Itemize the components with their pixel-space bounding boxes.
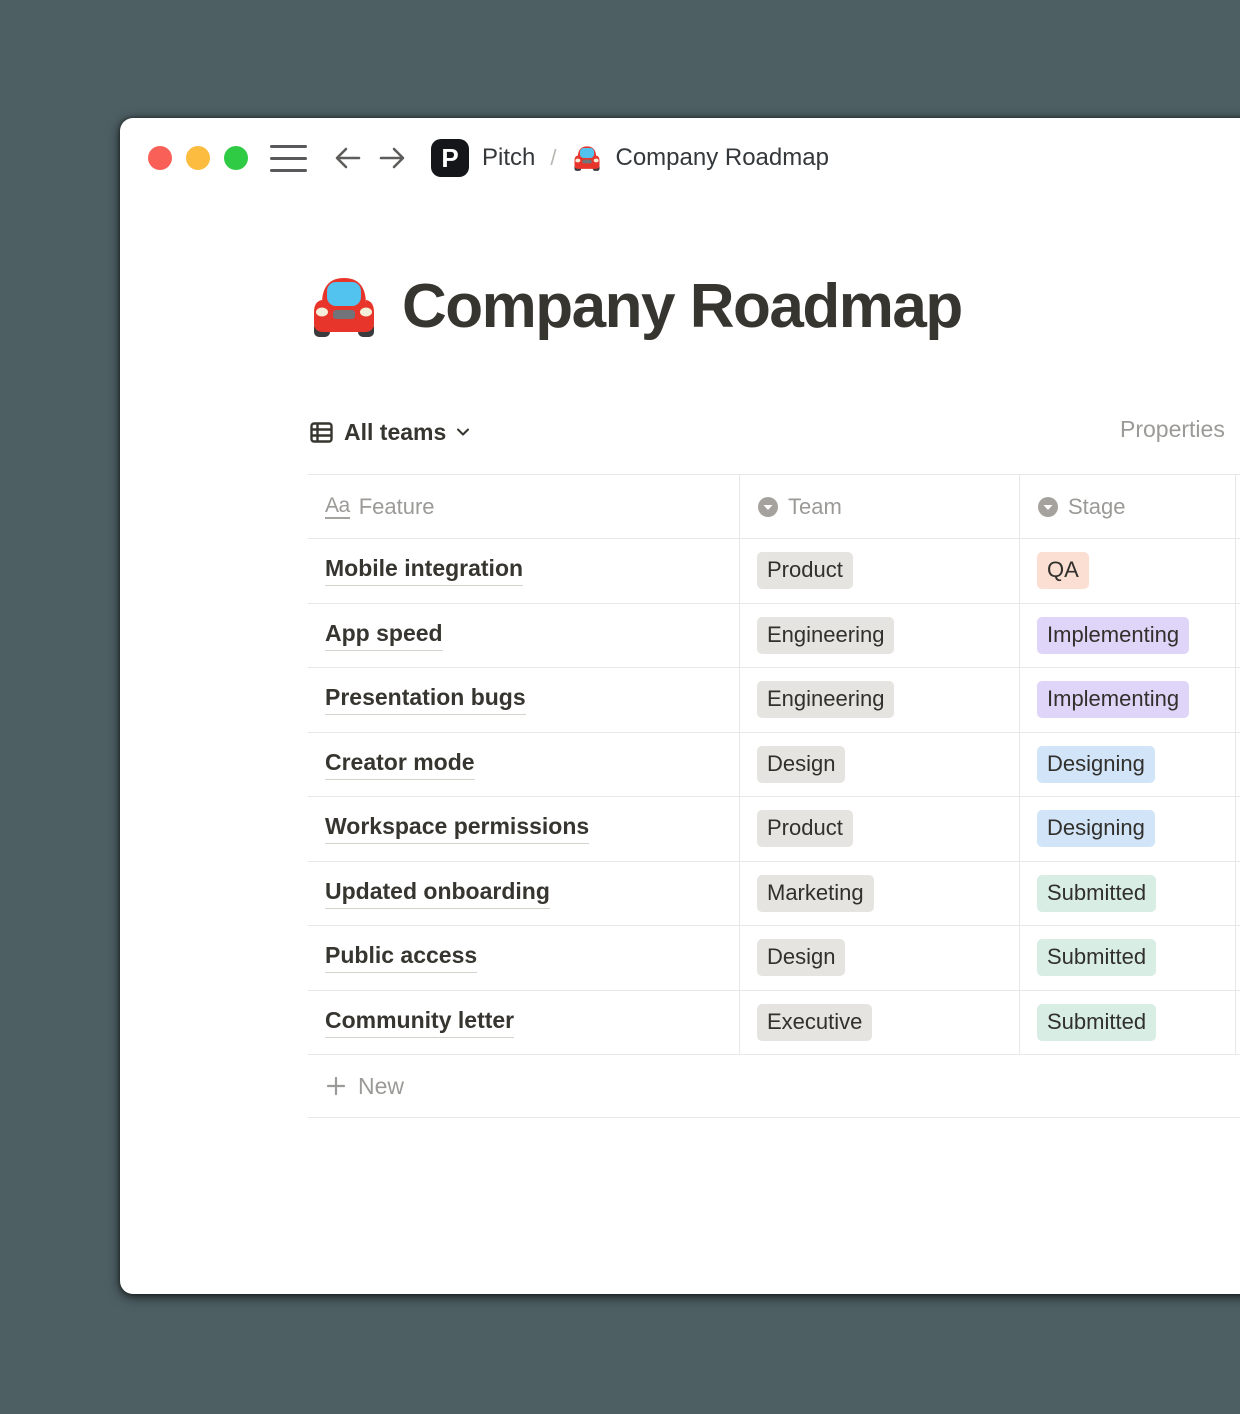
column-header-trailing: [1236, 474, 1240, 538]
team-badge: Engineering: [757, 617, 894, 654]
team-badge: Product: [757, 810, 853, 847]
breadcrumb-app-name[interactable]: Pitch: [482, 144, 535, 172]
stage-badge: Designing: [1037, 810, 1155, 847]
feature-title: Presentation bugs: [325, 684, 526, 715]
table-cell-team[interactable]: Marketing: [740, 861, 1020, 926]
table-row-feature[interactable]: Mobile integration: [308, 538, 740, 603]
feature-title: Mobile integration: [325, 555, 523, 586]
window-zoom-button[interactable]: [224, 146, 248, 170]
table-cell-empty: [1236, 990, 1240, 1055]
team-badge: Design: [757, 746, 845, 783]
stage-badge: Designing: [1037, 746, 1155, 783]
stage-badge: QA: [1037, 552, 1089, 589]
roadmap-table: Aa Feature Team Stage Mobile integ: [308, 474, 1240, 1118]
column-label: Team: [788, 494, 842, 520]
table-row-feature[interactable]: App speed: [308, 603, 740, 668]
column-label: Feature: [359, 494, 435, 520]
column-label: Stage: [1068, 494, 1126, 520]
table-cell-stage[interactable]: Implementing: [1020, 603, 1236, 668]
select-property-icon: [1037, 496, 1059, 518]
table-cell-team[interactable]: Engineering: [740, 603, 1020, 668]
table-cell-team[interactable]: Engineering: [740, 667, 1020, 732]
feature-title: Creator mode: [325, 749, 475, 780]
stage-badge: Submitted: [1037, 875, 1156, 912]
titlebar: P Pitch / Company Roadmap: [148, 140, 829, 176]
back-arrow-icon[interactable]: [331, 141, 365, 175]
table-cell-empty: [1236, 603, 1240, 668]
table-cell-stage[interactable]: Designing: [1020, 732, 1236, 797]
table-cell-stage[interactable]: Submitted: [1020, 925, 1236, 990]
feature-title: Public access: [325, 942, 477, 973]
table-cell-stage[interactable]: Submitted: [1020, 861, 1236, 926]
view-toolbar: All teams Properties: [308, 412, 1240, 452]
page-title-text: Company Roadmap: [402, 271, 962, 342]
table-cell-stage[interactable]: Implementing: [1020, 667, 1236, 732]
stage-badge: Implementing: [1037, 617, 1189, 654]
table-row-feature[interactable]: Public access: [308, 925, 740, 990]
text-property-icon: Aa: [325, 495, 350, 519]
team-badge: Product: [757, 552, 853, 589]
column-header-team[interactable]: Team: [740, 474, 1020, 538]
window-close-button[interactable]: [148, 146, 172, 170]
table-cell-team[interactable]: Executive: [740, 990, 1020, 1055]
table-cell-stage[interactable]: Submitted: [1020, 990, 1236, 1055]
table-cell-empty: [1236, 861, 1240, 926]
table-cell-empty: [1236, 925, 1240, 990]
table-row-feature[interactable]: Workspace permissions: [308, 796, 740, 861]
table-view-icon: [308, 419, 335, 446]
menu-icon[interactable]: [270, 145, 307, 172]
select-property-icon: [757, 496, 779, 518]
feature-title: Community letter: [325, 1007, 514, 1038]
stage-badge: Submitted: [1037, 1004, 1156, 1041]
breadcrumb-page-title[interactable]: Company Roadmap: [615, 144, 828, 172]
desktop-background: { "titlebar": { "app_logo_letter": "P", …: [0, 0, 1240, 1414]
column-header-feature[interactable]: Aa Feature: [308, 474, 740, 538]
table-row-feature[interactable]: Presentation bugs: [308, 667, 740, 732]
table-row-feature[interactable]: Community letter: [308, 990, 740, 1055]
table-cell-empty: [1236, 538, 1240, 603]
table-cell-empty: [1236, 667, 1240, 732]
table-cell-empty: [1236, 796, 1240, 861]
new-row-label: New: [358, 1073, 404, 1100]
plus-icon: [325, 1075, 347, 1097]
table-cell-team[interactable]: Product: [740, 538, 1020, 603]
team-badge: Design: [757, 939, 845, 976]
column-header-stage[interactable]: Stage: [1020, 474, 1236, 538]
team-badge: Executive: [757, 1004, 872, 1041]
table-cell-team[interactable]: Design: [740, 732, 1020, 797]
chevron-down-icon: [455, 424, 471, 440]
new-row-button[interactable]: New: [308, 1054, 1240, 1118]
view-name: All teams: [344, 419, 446, 446]
feature-title: App speed: [325, 620, 443, 651]
app-window: P Pitch / Company Roadmap: [120, 118, 1240, 1294]
pitch-logo[interactable]: P: [431, 139, 469, 177]
view-switcher[interactable]: All teams: [308, 419, 471, 446]
table-cell-stage[interactable]: QA: [1020, 538, 1236, 603]
page-title[interactable]: Company Roadmap: [308, 270, 962, 342]
team-badge: Marketing: [757, 875, 874, 912]
properties-button[interactable]: Properties: [1120, 416, 1225, 443]
stage-badge: Implementing: [1037, 681, 1189, 718]
breadcrumb-separator: /: [550, 145, 556, 171]
car-icon: [572, 143, 602, 173]
table-cell-stage[interactable]: Designing: [1020, 796, 1236, 861]
window-minimize-button[interactable]: [186, 146, 210, 170]
table-cell-team[interactable]: Product: [740, 796, 1020, 861]
team-badge: Engineering: [757, 681, 894, 718]
feature-title: Updated onboarding: [325, 878, 550, 909]
car-icon: [308, 270, 380, 342]
table-cell-empty: [1236, 732, 1240, 797]
table-row-feature[interactable]: Updated onboarding: [308, 861, 740, 926]
table-cell-team[interactable]: Design: [740, 925, 1020, 990]
table-row-feature[interactable]: Creator mode: [308, 732, 740, 797]
stage-badge: Submitted: [1037, 939, 1156, 976]
forward-arrow-icon[interactable]: [375, 141, 409, 175]
feature-title: Workspace permissions: [325, 813, 589, 844]
